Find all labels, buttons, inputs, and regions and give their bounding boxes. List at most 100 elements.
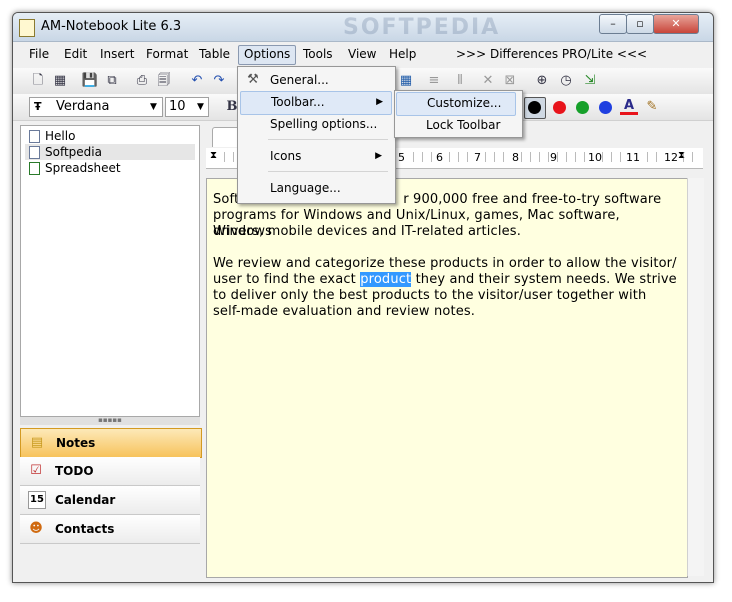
font-name-combo[interactable]: Ŧ Verdana ▼	[29, 97, 163, 117]
ruler-number: 8	[512, 151, 519, 164]
clock-icon[interactable]: ◷	[557, 72, 575, 90]
text-line: We review and categorize these products …	[213, 256, 677, 271]
differences-link[interactable]: >>> Differences PRO/Lite <<<	[451, 45, 652, 63]
maximize-button[interactable]: ▫	[626, 14, 654, 34]
menu-item-spelling[interactable]: Spelling options...	[240, 113, 390, 135]
save-icon[interactable]: 💾	[81, 72, 99, 90]
text-fragment: they and their system needs. We strive	[411, 272, 677, 287]
align-icon[interactable]: ≡	[425, 72, 443, 90]
menu-item-label: General...	[270, 73, 329, 87]
menu-item-label: Language...	[270, 181, 341, 195]
ruler-number: 5	[398, 151, 405, 164]
vertical-scrollbar[interactable]	[687, 178, 704, 576]
menu-insert[interactable]: Insert	[95, 45, 139, 63]
toolbar-submenu: Customize... Lock Toolbar	[394, 90, 523, 138]
print-preview-icon[interactable]: 🗐	[155, 72, 173, 90]
nav-todo-label: TODO	[55, 464, 94, 478]
menu-file[interactable]: File	[24, 45, 54, 63]
menu-item-label: Toolbar...	[271, 95, 325, 109]
chevron-down-icon[interactable]: ▼	[197, 98, 204, 116]
title-bar[interactable]: AM-Notebook Lite 6.3 SOFTPEDIA – ▫ ✕	[13, 13, 713, 42]
window-title: AM-Notebook Lite 6.3	[41, 19, 182, 34]
export-icon[interactable]: ⇲	[581, 72, 599, 90]
menu-item-label: Customize...	[427, 96, 502, 110]
nav-calendar[interactable]: 15 Calendar	[20, 486, 200, 515]
ruler-number: 10	[588, 151, 602, 164]
menu-item-label: Lock Toolbar	[426, 118, 501, 132]
undo-icon[interactable]: ↶	[188, 72, 206, 90]
menu-bar: File Edit Insert Format Table Options To…	[13, 42, 713, 66]
menu-item-label: Icons	[270, 149, 302, 163]
color-black-button[interactable]	[524, 97, 546, 119]
menu-item-toolbar[interactable]: Toolbar... ▶	[240, 91, 392, 115]
note-icon: ▤	[30, 435, 44, 450]
new-document-icon[interactable]: 🗋	[29, 72, 47, 90]
app-icon	[19, 19, 35, 37]
menu-options[interactable]: Options	[238, 45, 297, 65]
pane-splitter[interactable]: ▪▪▪▪▪	[20, 417, 200, 425]
print-icon[interactable]: ⎙	[133, 72, 151, 90]
options-menu: ⚒ General... Toolbar... ▶ Spelling optio…	[237, 66, 396, 204]
nav-notes[interactable]: ▤ Notes	[20, 428, 202, 458]
ruler-indent-marker[interactable]: ⧗	[210, 150, 217, 161]
contact-icon: ☻	[29, 521, 43, 536]
font-size-combo[interactable]: 10 ▼	[165, 97, 209, 117]
text-line: to deliver only the best products to the…	[213, 288, 647, 303]
text-fragment: r 900,000 free and free-to-try software	[403, 192, 662, 207]
tree-item-label: Spreadsheet	[45, 161, 121, 175]
font-size-value: 10	[169, 99, 186, 114]
submenu-arrow-icon: ▶	[376, 97, 383, 107]
delete-row-icon[interactable]: ✕	[479, 72, 497, 90]
tree-item-softpedia[interactable]: Softpedia	[25, 144, 195, 160]
new-table-icon[interactable]: ▦	[51, 72, 69, 90]
redo-icon[interactable]: ↷	[210, 72, 228, 90]
ruler-number: 6	[436, 151, 443, 164]
tree-item-spreadsheet[interactable]: Spreadsheet	[25, 160, 195, 176]
menu-table[interactable]: Table	[194, 45, 235, 63]
menu-separator	[268, 139, 388, 140]
text-line: drivers, mobile devices and IT-related a…	[213, 224, 521, 239]
text-line: user to find the exact product they and …	[213, 272, 683, 288]
tree-item-hello[interactable]: Hello	[25, 128, 195, 144]
menu-format[interactable]: Format	[141, 45, 193, 63]
color-blue-dot[interactable]	[599, 101, 612, 114]
font-icon: Ŧ	[34, 100, 42, 113]
highlighter-icon[interactable]: ✎	[643, 98, 661, 116]
ruler-number: 9	[550, 151, 557, 164]
delete-col-icon[interactable]: ⊠	[501, 72, 519, 90]
calendar-icon: 15	[28, 491, 46, 509]
menu-view[interactable]: View	[343, 45, 381, 63]
chevron-down-icon[interactable]: ▼	[150, 98, 157, 116]
document-icon	[29, 146, 40, 159]
menu-item-language[interactable]: Language...	[240, 177, 390, 199]
nav-todo[interactable]: ☑ TODO	[20, 457, 200, 486]
menu-item-icons[interactable]: Icons ▶	[240, 145, 390, 167]
notes-tree: Hello Softpedia Spreadsheet	[20, 125, 200, 417]
color-red-dot[interactable]	[553, 101, 566, 114]
menu-item-customize[interactable]: Customize...	[396, 92, 516, 116]
save-all-icon[interactable]: ⧉	[103, 72, 121, 90]
menu-item-general[interactable]: ⚒ General...	[240, 69, 390, 91]
columns-icon[interactable]: ⫴	[451, 72, 469, 90]
menu-help[interactable]: Help	[384, 45, 421, 63]
menu-tools[interactable]: Tools	[298, 45, 338, 63]
table-grid-icon[interactable]: ▦	[397, 72, 415, 90]
text-color-button[interactable]: A	[620, 97, 638, 115]
color-black-dot	[528, 101, 541, 114]
tools-icon: ⚒	[247, 72, 259, 87]
menu-edit[interactable]: Edit	[59, 45, 92, 63]
ruler-number: 7	[474, 151, 481, 164]
color-green-dot[interactable]	[576, 101, 589, 114]
selected-text: product	[360, 272, 412, 287]
close-button[interactable]: ✕	[653, 14, 699, 34]
note-editor[interactable]: Soft r 900,000 free and free-to-try softw…	[206, 178, 688, 578]
ruler-number: 11	[626, 151, 640, 164]
watermark: SOFTPEDIA	[343, 15, 501, 40]
globe-icon[interactable]: ⊕	[533, 72, 551, 90]
minimize-button[interactable]: –	[599, 14, 627, 34]
menu-item-lock-toolbar[interactable]: Lock Toolbar	[396, 114, 514, 136]
nav-contacts[interactable]: ☻ Contacts	[20, 515, 200, 544]
text-fragment: user to find the exact	[213, 272, 361, 287]
ruler-number: 12	[664, 151, 678, 164]
menu-separator	[268, 171, 388, 172]
